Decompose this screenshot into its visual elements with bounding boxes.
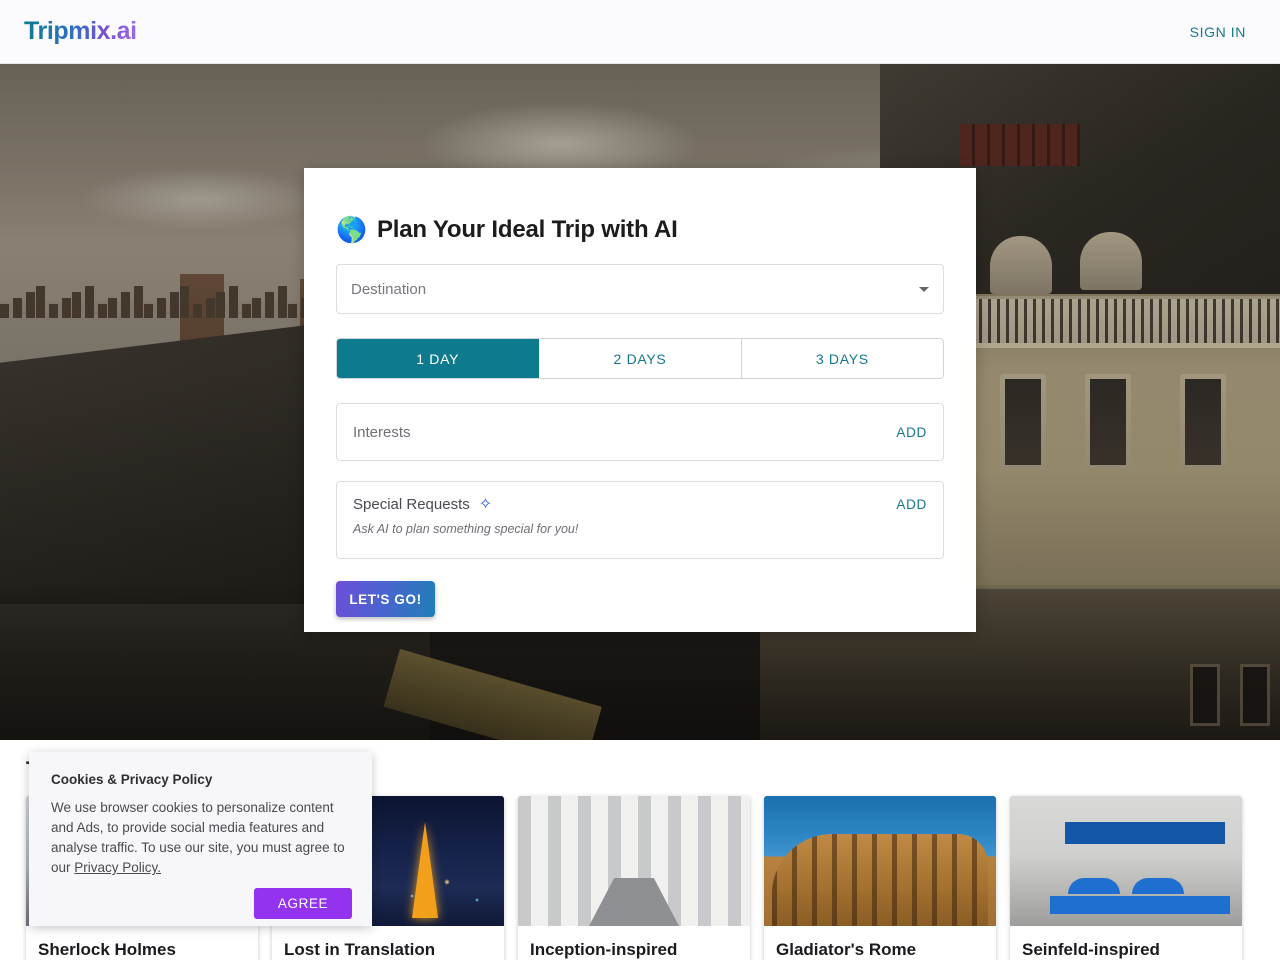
interests-field[interactable]: Interests ADD xyxy=(336,403,944,461)
trip-planner-card: 🌎 Plan Your Ideal Trip with AI Destinati… xyxy=(304,168,976,632)
logo[interactable]: Tripmix.ai xyxy=(24,17,137,46)
globe-icon: 🌎 xyxy=(336,215,367,244)
special-requests-field[interactable]: Special Requests ✧ ADD Ask AI to plan so… xyxy=(336,481,944,559)
list-item[interactable]: Seinfeld-inspired xyxy=(1010,796,1242,960)
agree-button[interactable]: AGREE xyxy=(254,888,352,919)
colosseum-image xyxy=(764,796,996,926)
app-header: Tripmix.ai SIGN IN xyxy=(0,0,1280,64)
privacy-policy-link[interactable]: Privacy Policy. xyxy=(74,860,161,875)
interests-add-button[interactable]: ADD xyxy=(896,425,927,440)
restaurant-sign xyxy=(1065,822,1225,844)
special-requests-label: Special Requests xyxy=(353,496,470,513)
sign-in-button[interactable]: SIGN IN xyxy=(1182,18,1254,46)
special-requests-add-button[interactable]: ADD xyxy=(896,497,927,512)
card-title: Inception-inspired xyxy=(530,940,678,959)
tab-2-days[interactable]: 2 DAYS xyxy=(539,339,742,378)
card-title: Gladiator's Rome xyxy=(776,940,917,959)
special-requests-hint: Ask AI to plan something special for you… xyxy=(353,522,579,536)
colosseum-shape xyxy=(772,834,988,926)
tab-1-day[interactable]: 1 DAY xyxy=(337,339,540,378)
special-requests-row: Special Requests ✧ ADD xyxy=(353,496,927,513)
cookie-consent-banner: Cookies & Privacy Policy We use browser … xyxy=(29,752,372,926)
pont-de-bir-hakeim-image xyxy=(518,796,750,926)
cookie-actions: AGREE xyxy=(51,888,352,919)
lets-go-button[interactable]: LET'S GO! xyxy=(336,581,435,617)
umbrella-2 xyxy=(1132,878,1184,894)
cookie-banner-title: Cookies & Privacy Policy xyxy=(51,772,213,787)
card-title: Sherlock Holmes xyxy=(38,940,176,959)
tab-3-days[interactable]: 3 DAYS xyxy=(741,339,943,378)
tokyo-tower-shape xyxy=(412,822,438,918)
bridge-road xyxy=(589,878,679,926)
umbrella-1 xyxy=(1068,878,1120,894)
list-item[interactable]: Inception-inspired xyxy=(518,796,750,960)
sparkles-icon: ✧ xyxy=(478,495,493,513)
sidewalk-barrier xyxy=(1050,896,1230,914)
page-root: Tripmix.ai SIGN IN 🌎 Plan Your Ideal Tri… xyxy=(0,0,1280,960)
interests-placeholder: Interests xyxy=(353,423,411,441)
page-title: 🌎 Plan Your Ideal Trip with AI xyxy=(336,216,944,244)
card-title: Lost in Translation xyxy=(284,940,436,959)
chevron-down-icon[interactable] xyxy=(919,286,929,292)
toms-restaurant-image xyxy=(1010,796,1242,926)
page-title-text: Plan Your Ideal Trip with AI xyxy=(376,216,678,243)
cookie-banner-body: We use browser cookies to personalize co… xyxy=(51,798,352,878)
destination-select[interactable]: Destination xyxy=(336,264,944,314)
destination-placeholder: Destination xyxy=(351,280,427,298)
card-title: Seinfeld-inspired xyxy=(1022,940,1160,959)
list-item[interactable]: Gladiator's Rome xyxy=(764,796,996,960)
duration-tab-group: 1 DAY 2 DAYS 3 DAYS xyxy=(336,338,944,379)
